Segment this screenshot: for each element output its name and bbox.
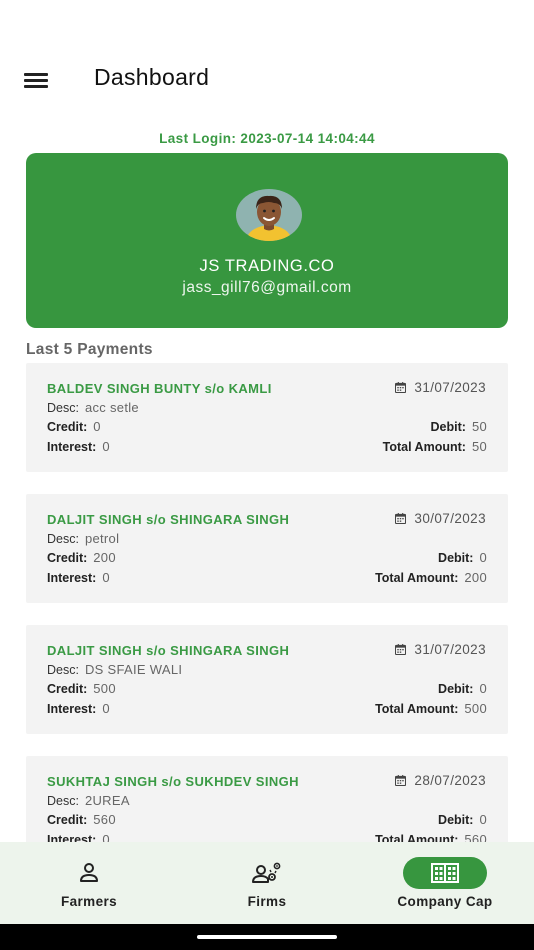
payment-card[interactable]: DALJIT SINGH s/o SHINGARA SINGH 30/07/20…: [26, 494, 508, 603]
calendar-icon: [395, 775, 407, 786]
building-icon: [431, 863, 459, 883]
desc-label: Desc:: [47, 401, 79, 415]
total-label: Total Amount:: [382, 440, 466, 454]
company-email: jass_gill76@gmail.com: [182, 279, 352, 296]
interest-value: 0: [102, 832, 110, 842]
payment-date: 31/07/2023: [395, 642, 486, 657]
debit-label: Debit:: [438, 682, 474, 696]
credit-label: Credit:: [47, 420, 88, 434]
credit-label: Credit:: [47, 813, 88, 827]
payment-date: 31/07/2023: [395, 380, 486, 395]
calendar-icon: [395, 513, 407, 524]
total-label: Total Amount:: [375, 571, 459, 585]
interest-value: 0: [102, 701, 110, 716]
system-nav-bar: [0, 924, 534, 950]
debit-value: 0: [479, 550, 487, 565]
debit-value: 0: [479, 681, 487, 696]
desc-value: 2UREA: [84, 793, 130, 808]
total-value: 50: [471, 439, 487, 454]
home-indicator[interactable]: [197, 935, 337, 939]
total-value: 200: [464, 570, 487, 585]
payment-date-text: 28/07/2023: [414, 773, 486, 788]
app-bar: Dashboard: [0, 56, 534, 104]
company-name: JS TRADING.CO: [199, 257, 335, 275]
payment-card[interactable]: DALJIT SINGH s/o SHINGARA SINGH 31/07/20…: [26, 625, 508, 734]
payment-date: 30/07/2023: [395, 511, 486, 526]
total-value: 560: [464, 832, 487, 842]
total-label: Total Amount:: [375, 833, 459, 842]
interest-label: Interest:: [47, 702, 97, 716]
desc-label: Desc:: [47, 794, 79, 808]
group-settings-icon: [252, 862, 281, 883]
nav-label: Company Cap: [397, 894, 493, 909]
nav-label: Farmers: [60, 894, 118, 909]
payment-card[interactable]: SUKHTAJ SINGH s/o SUKHDEV SINGH 28/07/20…: [26, 756, 508, 842]
credit-label: Credit:: [47, 682, 88, 696]
calendar-icon: [395, 382, 407, 393]
credit-value: 0: [93, 419, 101, 434]
interest-value: 0: [102, 439, 110, 454]
desc-label: Desc:: [47, 663, 79, 677]
avatar: [236, 189, 302, 241]
desc-value: DS SFAIE WALI: [84, 662, 183, 677]
desc-value: acc setle: [84, 400, 139, 415]
nav-label: Firms: [247, 894, 287, 909]
debit-value: 50: [471, 419, 487, 434]
desc-value: petrol: [84, 531, 120, 546]
payment-date-text: 31/07/2023: [414, 380, 486, 395]
interest-label: Interest:: [47, 440, 97, 454]
payment-date-text: 31/07/2023: [414, 642, 486, 657]
payment-name: DALJIT SINGH s/o SHINGARA SINGH: [47, 512, 290, 527]
debit-value: 0: [479, 812, 487, 827]
payment-date: 28/07/2023: [395, 773, 486, 788]
debit-label: Debit:: [430, 420, 466, 434]
bottom-nav: Farmers Firms Company Cap: [0, 842, 534, 924]
payment-name: SUKHTAJ SINGH s/o SUKHDEV SINGH: [47, 774, 299, 789]
total-label: Total Amount:: [375, 702, 459, 716]
screen: Dashboard Last Login: 2023-07-14 14:04:4…: [0, 0, 534, 950]
person-icon: [80, 863, 98, 882]
debit-label: Debit:: [438, 813, 474, 827]
interest-label: Interest:: [47, 571, 97, 585]
payment-card[interactable]: BALDEV SINGH BUNTY s/o KAMLI 31/07/2023 …: [26, 363, 508, 472]
credit-value: 200: [93, 550, 116, 565]
page-title: Dashboard: [94, 64, 210, 90]
payment-name: BALDEV SINGH BUNTY s/o KAMLI: [47, 381, 272, 396]
menu-icon[interactable]: [24, 68, 50, 92]
desc-label: Desc:: [47, 532, 79, 546]
payments-list[interactable]: BALDEV SINGH BUNTY s/o KAMLI 31/07/2023 …: [26, 363, 508, 842]
payment-name: DALJIT SINGH s/o SHINGARA SINGH: [47, 643, 290, 658]
nav-firms[interactable]: Firms: [178, 842, 356, 924]
nav-farmers[interactable]: Farmers: [0, 842, 178, 924]
credit-value: 500: [93, 681, 116, 696]
calendar-icon: [395, 644, 407, 655]
profile-card: JS TRADING.CO jass_gill76@gmail.com: [26, 153, 508, 328]
interest-value: 0: [102, 570, 110, 585]
total-value: 500: [464, 701, 487, 716]
debit-label: Debit:: [438, 551, 474, 565]
credit-label: Credit:: [47, 551, 88, 565]
credit-value: 560: [93, 812, 116, 827]
interest-label: Interest:: [47, 833, 97, 842]
nav-company-cap[interactable]: Company Cap: [356, 842, 534, 924]
last-login-text: Last Login: 2023-07-14 14:04:44: [159, 131, 375, 146]
section-title: Last 5 Payments: [26, 341, 153, 358]
payment-date-text: 30/07/2023: [414, 511, 486, 526]
